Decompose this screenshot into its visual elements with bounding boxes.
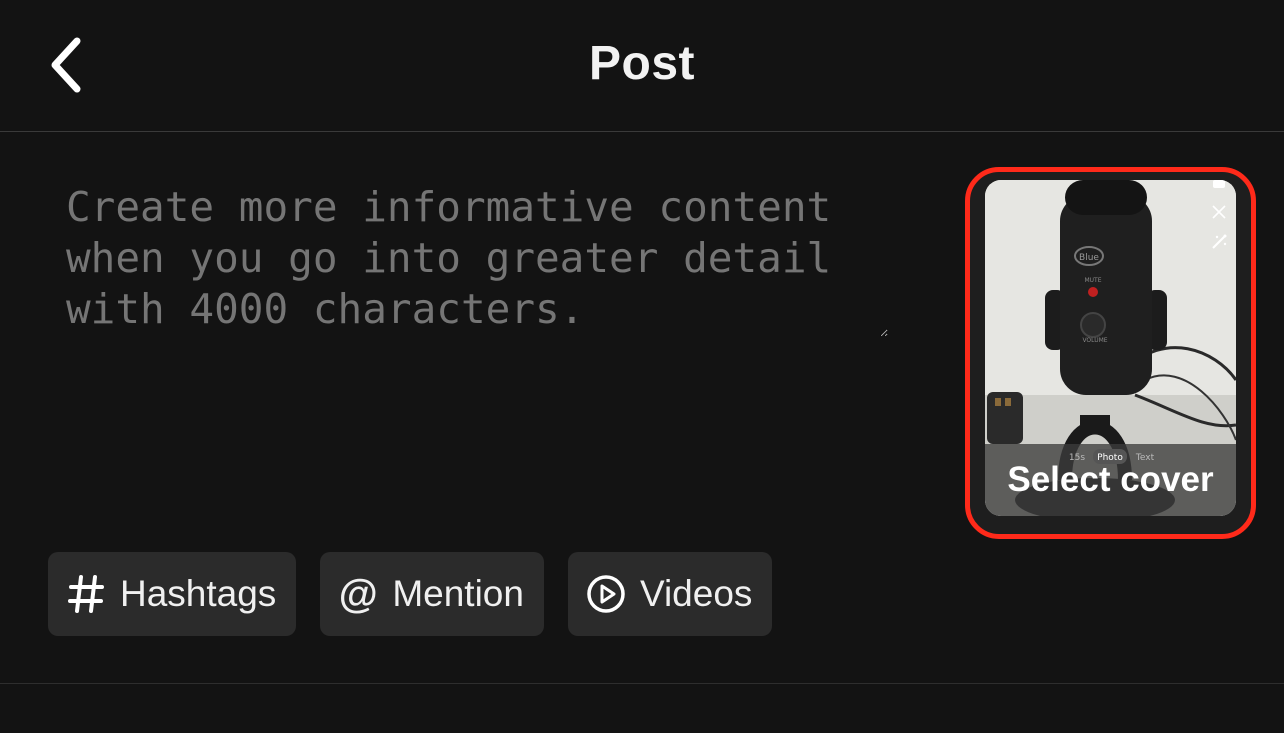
at-sign-icon: @ <box>338 572 378 616</box>
bottom-divider <box>0 683 1284 684</box>
hashtag-icon <box>66 574 106 614</box>
caption-tools: Hashtags @ Mention Videos <box>48 552 773 636</box>
mention-button[interactable]: @ Mention <box>320 552 544 636</box>
mention-label: Mention <box>392 573 524 614</box>
svg-text:VOLUME: VOLUME <box>1082 337 1107 344</box>
svg-text:MUTE: MUTE <box>1084 277 1101 284</box>
select-cover-button[interactable]: Blue MUTE VOLUME 15s Photo Text Select c… <box>985 180 1236 516</box>
svg-text:Blue: Blue <box>1079 253 1099 263</box>
select-cover-label: Select cover <box>1007 460 1214 499</box>
hashtags-button[interactable]: Hashtags <box>48 552 297 636</box>
cover-label-band: 15s Photo Text Select cover <box>985 444 1236 516</box>
top-bar: Post <box>0 0 1284 132</box>
caption-input[interactable] <box>64 180 888 337</box>
page-title: Post <box>588 37 695 90</box>
hashtags-label: Hashtags <box>120 573 277 614</box>
videos-button[interactable]: Videos <box>567 552 773 636</box>
videos-label: Videos <box>639 573 753 614</box>
play-circle-icon <box>586 574 626 614</box>
